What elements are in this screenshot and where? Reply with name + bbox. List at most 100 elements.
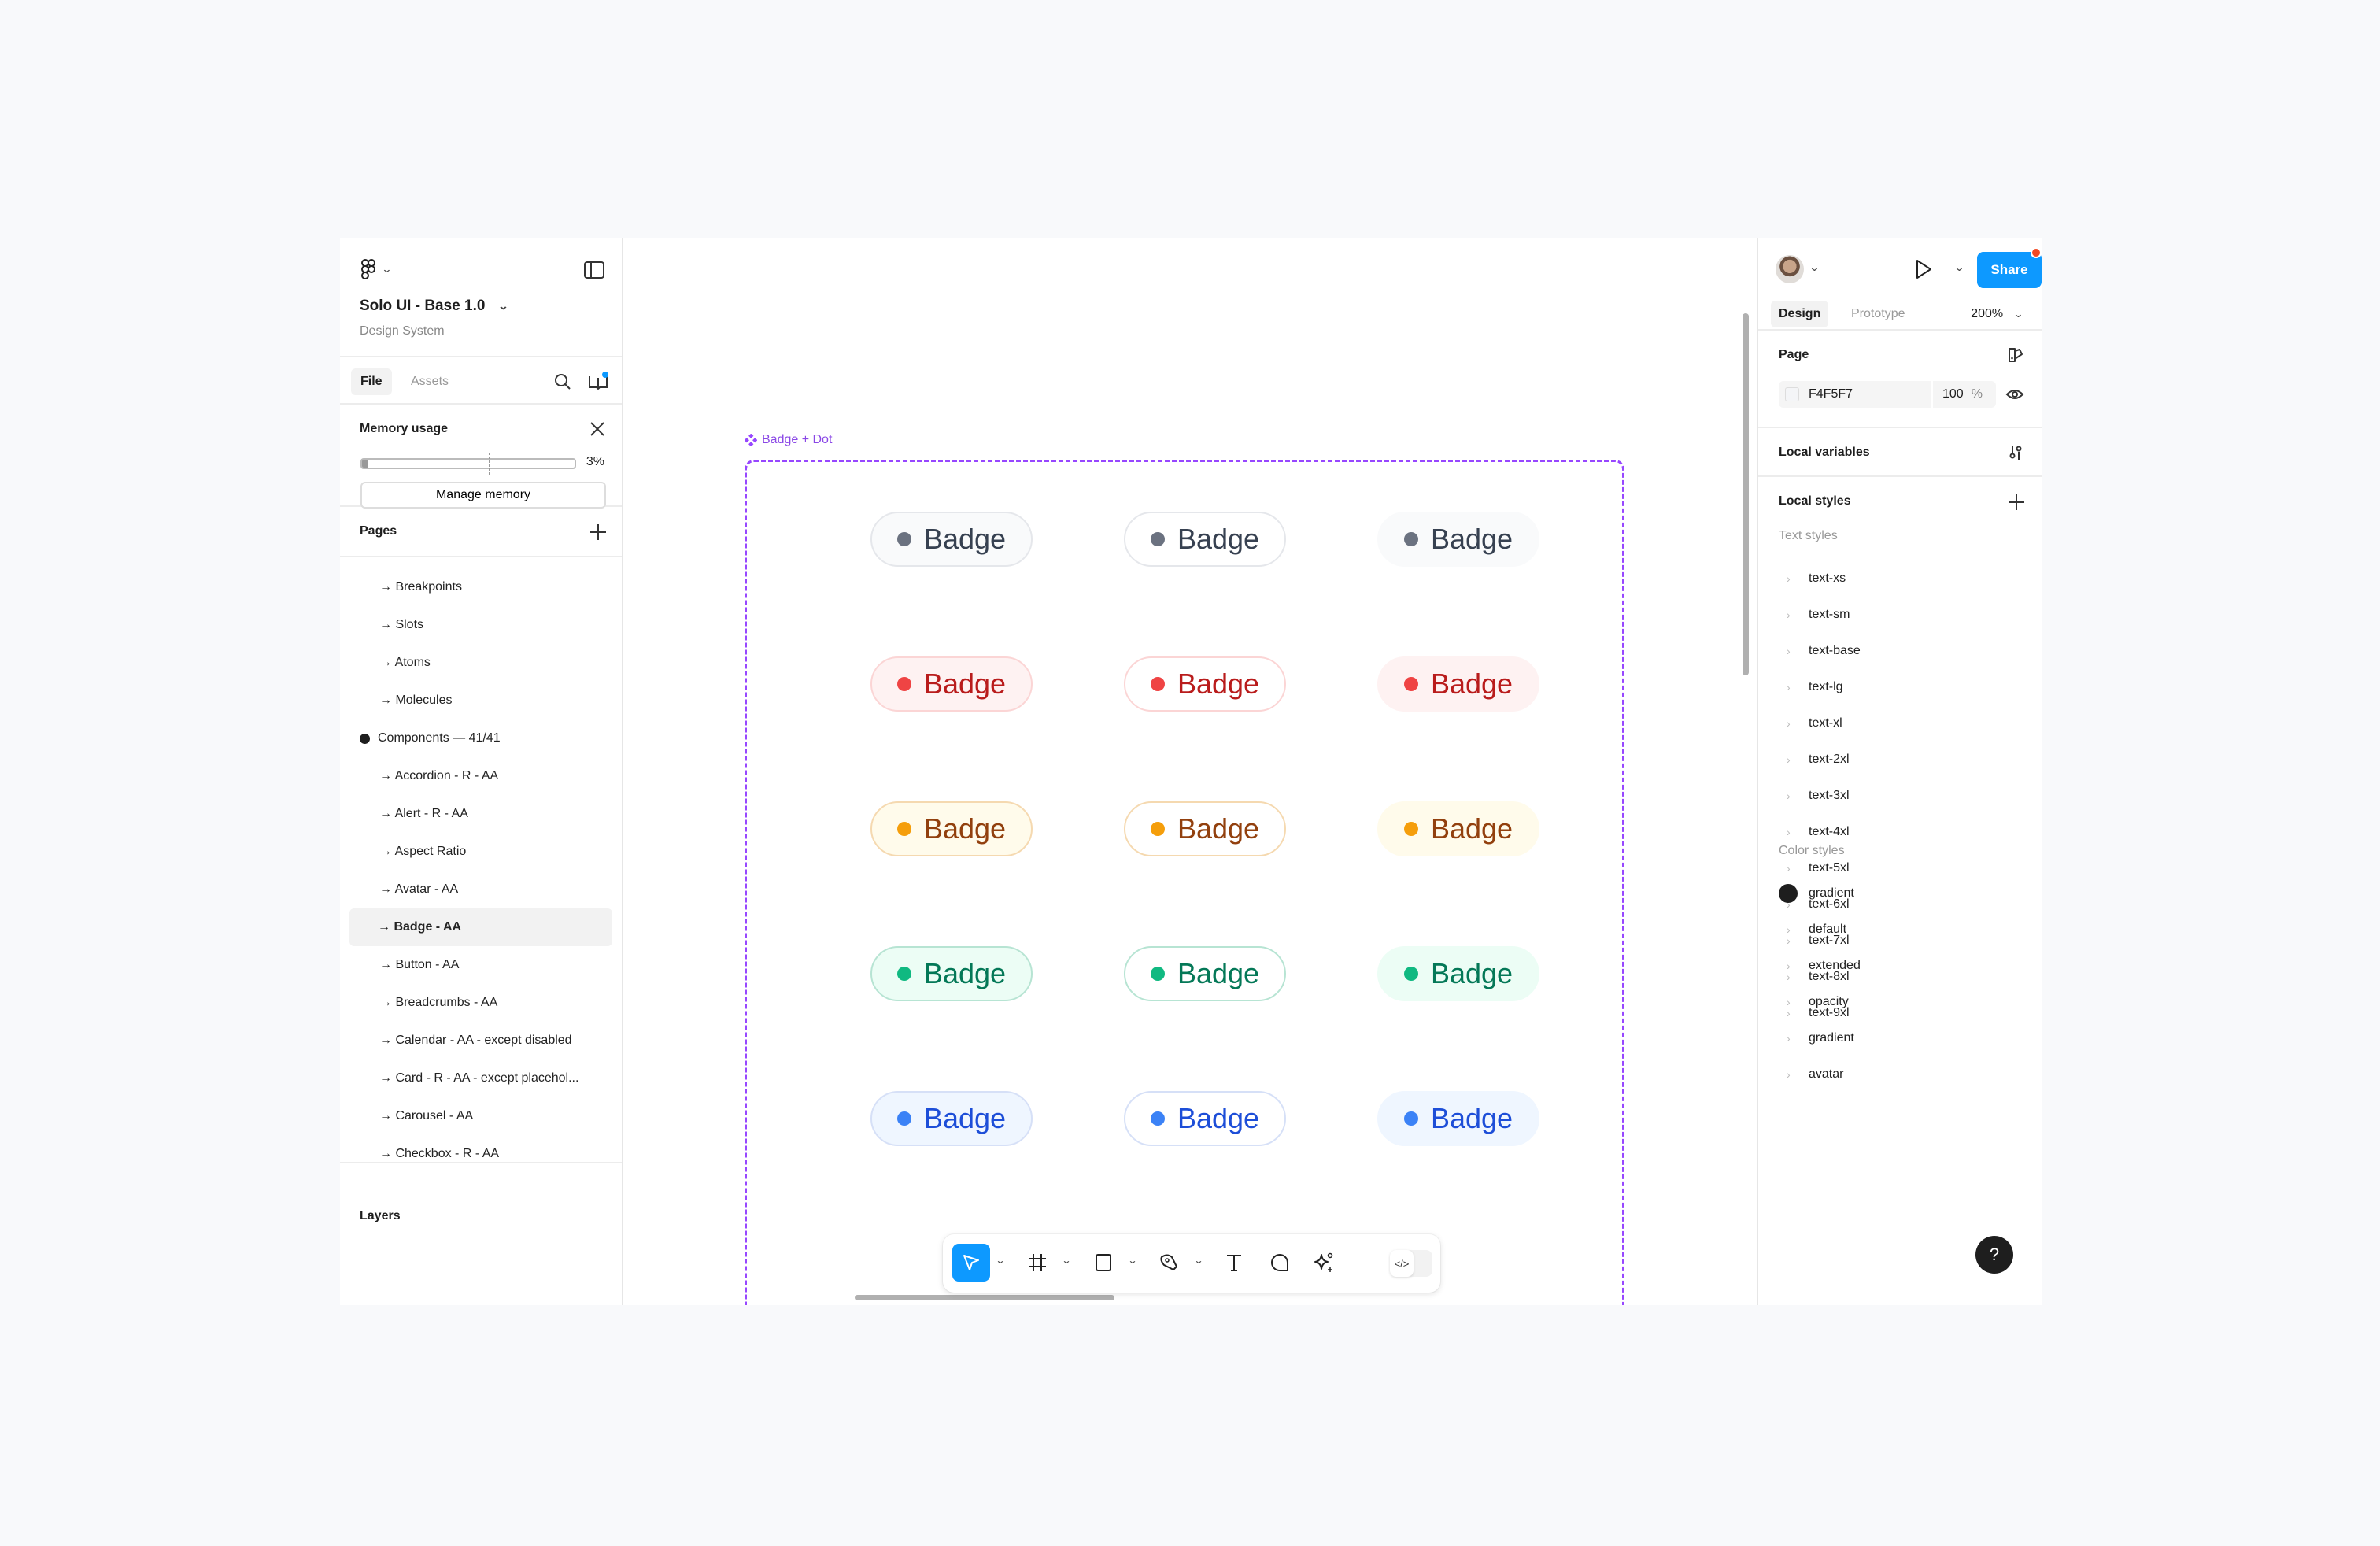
badge-blue-outline-filled[interactable]: Badge: [870, 1091, 1033, 1146]
page-item[interactable]: → Button - AA: [349, 946, 612, 984]
add-style-icon[interactable]: [2009, 494, 2024, 510]
pen-tool-button[interactable]: [1151, 1244, 1188, 1282]
design-canvas[interactable]: Badge + Dot Badge Badge Badge Badge Badge Bad…: [623, 238, 1757, 1305]
page-color-palette-icon[interactable]: [2007, 346, 2024, 364]
badge-red-soft[interactable]: Badge: [1377, 656, 1539, 712]
pen-tool-menu-chevron[interactable]: ⌄: [1193, 1255, 1203, 1266]
page-section-header[interactable]: Components — 41/41: [349, 719, 612, 757]
page-item[interactable]: → Breakpoints: [349, 568, 612, 606]
text-tool-button[interactable]: [1215, 1244, 1253, 1282]
badge-gray-outline[interactable]: Badge: [1124, 512, 1286, 567]
toggle-sidebar-icon[interactable]: [584, 261, 604, 279]
badge-blue-soft[interactable]: Badge: [1377, 1091, 1539, 1146]
badge-gray-outline-filled[interactable]: Badge: [870, 512, 1033, 567]
page-item[interactable]: → Slots: [349, 606, 612, 644]
badge-green-outline[interactable]: Badge: [1124, 946, 1286, 1001]
page-item[interactable]: → Badge - AA: [349, 908, 612, 946]
text-style-item[interactable]: › text-xl: [1779, 705, 2015, 742]
present-options-chevron[interactable]: ⌄: [1953, 261, 1964, 274]
color-style-group[interactable]: › default: [1779, 912, 2015, 948]
close-icon[interactable]: [589, 420, 606, 438]
move-tool-button[interactable]: [952, 1244, 990, 1282]
page-item[interactable]: → Breadcrumbs - AA: [349, 984, 612, 1022]
color-swatch[interactable]: [1785, 387, 1799, 401]
page-item[interactable]: → Checkbox - R - AA: [349, 1135, 612, 1173]
local-variables-section[interactable]: Local variables: [1758, 428, 2042, 477]
component-set-frame[interactable]: [745, 460, 1624, 1305]
page-item[interactable]: → Calendar - AA - except disabled: [349, 1022, 612, 1060]
variables-sliders-icon[interactable]: [2007, 444, 2024, 461]
shape-tool-menu-chevron[interactable]: ⌄: [1127, 1255, 1137, 1266]
opacity-input[interactable]: 100%: [1931, 381, 1996, 408]
tab-assets[interactable]: Assets: [401, 368, 458, 395]
badge-yellow-outline[interactable]: Badge: [1124, 801, 1286, 856]
badge-dot-icon: [1150, 677, 1165, 691]
color-swatch-icon: [1779, 884, 1798, 903]
page-item[interactable]: → Atoms: [349, 644, 612, 682]
page-item[interactable]: → Card - R - AA - except placehol...: [349, 1060, 612, 1097]
frame-tool-button[interactable]: [1018, 1244, 1056, 1282]
badge-green-soft[interactable]: Badge: [1377, 946, 1539, 1001]
color-style-item[interactable]: gradient: [1779, 875, 2015, 912]
page-item[interactable]: → Aspect Ratio: [349, 833, 612, 871]
dev-mode-toggle[interactable]: </>: [1390, 1250, 1432, 1277]
chevron-down-icon[interactable]: ⌄: [1809, 261, 1820, 274]
component-set-label[interactable]: Badge + Dot: [745, 433, 832, 447]
add-page-icon[interactable]: [590, 524, 606, 540]
color-style-group[interactable]: › gradient: [1779, 1020, 2015, 1056]
pages-list[interactable]: → Breakpoints → Slots → Atoms → Molecules Co…: [340, 557, 622, 1163]
page-item[interactable]: → Alert - R - AA: [349, 795, 612, 833]
library-book-icon[interactable]: [587, 372, 609, 390]
badge-green-outline-filled[interactable]: Badge: [870, 946, 1033, 1001]
present-play-icon[interactable]: [1914, 258, 1933, 280]
comment-tool-button[interactable]: [1261, 1244, 1299, 1282]
horizontal-scrollbar[interactable]: [855, 1295, 1114, 1300]
badge-gray-soft[interactable]: Badge: [1377, 512, 1539, 567]
page-item[interactable]: → Avatar - AA: [349, 871, 612, 908]
shape-tool-button[interactable]: [1085, 1244, 1122, 1282]
actions-ai-button[interactable]: [1305, 1244, 1343, 1282]
color-style-group[interactable]: › opacity: [1779, 984, 2015, 1020]
tab-design[interactable]: Design: [1771, 301, 1829, 327]
chevron-right-icon: ›: [1787, 645, 1791, 657]
search-icon[interactable]: [554, 373, 571, 390]
vertical-scrollbar[interactable]: [1743, 313, 1749, 675]
manage-memory-button[interactable]: Manage memory: [360, 482, 606, 509]
color-hex-value[interactable]: F4F5F7: [1809, 381, 1853, 408]
badge-yellow-outline-filled[interactable]: Badge: [870, 801, 1033, 856]
chevron-down-icon: ⌄: [2012, 308, 2024, 320]
badge-yellow-soft[interactable]: Badge: [1377, 801, 1539, 856]
badge-red-outline-filled[interactable]: Badge: [870, 656, 1033, 712]
text-style-item[interactable]: › text-xs: [1779, 560, 2015, 597]
badge-dot-icon: [1150, 1111, 1165, 1126]
zoom-level-dropdown[interactable]: 200% ⌄: [1971, 301, 2023, 327]
frame-tool-menu-chevron[interactable]: ⌄: [1061, 1255, 1071, 1266]
badge-label: Badge: [923, 1102, 1007, 1134]
color-style-group[interactable]: › extended: [1779, 948, 2015, 984]
share-button[interactable]: Share: [1977, 252, 2042, 288]
user-avatar[interactable]: [1776, 255, 1804, 283]
page-item[interactable]: → Molecules: [349, 682, 612, 719]
page-item[interactable]: → Carousel - AA: [349, 1097, 612, 1135]
sparkle-ai-icon: [1314, 1252, 1333, 1272]
page-item[interactable]: → Accordion - R - AA: [349, 757, 612, 795]
chevron-right-icon: ›: [1787, 960, 1791, 972]
text-style-item[interactable]: › text-3xl: [1779, 778, 2015, 814]
text-style-item[interactable]: › text-sm: [1779, 597, 2015, 633]
help-button[interactable]: ?: [1975, 1236, 2013, 1274]
badge-red-outline[interactable]: Badge: [1124, 656, 1286, 712]
text-style-item[interactable]: › text-lg: [1779, 669, 2015, 705]
tab-prototype[interactable]: Prototype: [1843, 301, 1913, 327]
file-title[interactable]: Solo UI - Base 1.0 ⌄: [360, 298, 509, 315]
page-background-color-input[interactable]: F4F5F7 100%: [1779, 381, 1996, 408]
local-variables-title: Local variables: [1779, 446, 1870, 459]
color-style-name: opacity: [1809, 995, 1849, 1008]
color-style-group[interactable]: › avatar: [1779, 1056, 2015, 1093]
visibility-eye-icon[interactable]: [2005, 387, 2024, 401]
text-style-item[interactable]: › text-2xl: [1779, 742, 2015, 778]
main-menu-button[interactable]: ⌄: [360, 258, 393, 280]
tab-file[interactable]: File: [351, 368, 392, 395]
badge-blue-outline[interactable]: Badge: [1124, 1091, 1286, 1146]
text-style-item[interactable]: › text-base: [1779, 633, 2015, 669]
move-tool-menu-chevron[interactable]: ⌄: [995, 1255, 1005, 1266]
